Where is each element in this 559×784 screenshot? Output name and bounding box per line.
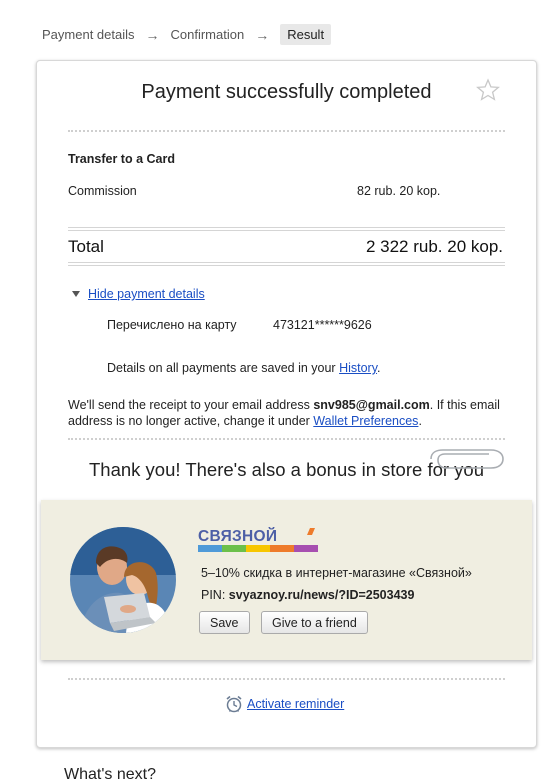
breadcrumb-arrow: →	[145, 26, 160, 43]
activate-reminder[interactable]: Activate reminder	[225, 695, 344, 713]
result-card: Payment successfully completed Transfer …	[36, 60, 537, 748]
divider	[68, 227, 505, 231]
save-button[interactable]: Save	[199, 611, 250, 634]
total-value: 2 322 rub. 20 kop.	[365, 237, 503, 256]
commission-label: Commission	[68, 184, 137, 198]
give-to-friend-button[interactable]: Give to a friend	[261, 611, 368, 634]
brand-logo: СВЯЗНОЙ	[198, 527, 318, 552]
history-note: Details on all payments are saved in you…	[107, 360, 381, 376]
history-link[interactable]: History	[339, 361, 377, 375]
detail-card-number: 473121******9626	[273, 318, 372, 332]
page-title: Payment successfully completed	[141, 81, 432, 103]
alarm-clock-icon	[226, 695, 242, 713]
receipt-note: We'll send the receipt to your email add…	[68, 397, 508, 429]
hide-details-link[interactable]: Hide payment details	[88, 287, 205, 301]
payment-type: Transfer to a Card	[68, 152, 175, 166]
breadcrumb-step-result: Result	[280, 24, 332, 45]
brand-name: СВЯЗНОЙ	[198, 527, 277, 545]
detail-label: Перечислено на карту	[107, 318, 237, 332]
bonus-pin: PIN: svyaznoy.ru/news/?ID=2503439	[201, 588, 414, 602]
commission-value: 82 rub. 20 kop.	[357, 184, 441, 198]
receipt-email: snv985@gmail.com	[313, 398, 430, 412]
history-note-text: Details on all payments are saved in you…	[107, 361, 340, 375]
divider	[68, 678, 505, 680]
couple-with-laptop-photo	[70, 527, 176, 633]
wallet-preferences-link[interactable]: Wallet Preferences	[313, 414, 418, 428]
receipt-text-end: .	[418, 414, 422, 428]
bonus-pin-label: PIN:	[201, 588, 229, 602]
activate-reminder-link[interactable]: Activate reminder	[247, 697, 344, 711]
next-section-heading: What's next?	[64, 766, 156, 783]
divider	[68, 130, 505, 132]
bonus-description: 5–10% скидка в интернет-магазине «Связно…	[201, 566, 472, 580]
breadcrumb: Payment details → Confirmation → Result	[42, 24, 332, 45]
breadcrumb-step-confirmation[interactable]: Confirmation	[171, 27, 245, 42]
bonus-coupon: СВЯЗНОЙ 5–10% скидка в интернет-магазине…	[41, 500, 532, 660]
history-note-end: .	[377, 361, 381, 375]
star-outline-icon[interactable]	[476, 78, 500, 102]
breadcrumb-step-payment-details[interactable]: Payment details	[42, 27, 135, 42]
divider	[68, 262, 505, 266]
receipt-text: We'll send the receipt to your email add…	[68, 398, 314, 412]
divider	[68, 438, 505, 440]
breadcrumb-arrow: →	[255, 26, 270, 43]
caret-down-icon	[72, 291, 80, 297]
hide-details-toggle[interactable]: Hide payment details	[72, 287, 205, 301]
bonus-pin-value: svyaznoy.ru/news/?ID=2503439	[228, 588, 415, 602]
total-label: Total	[68, 237, 104, 256]
paperclip-icon	[430, 449, 504, 469]
